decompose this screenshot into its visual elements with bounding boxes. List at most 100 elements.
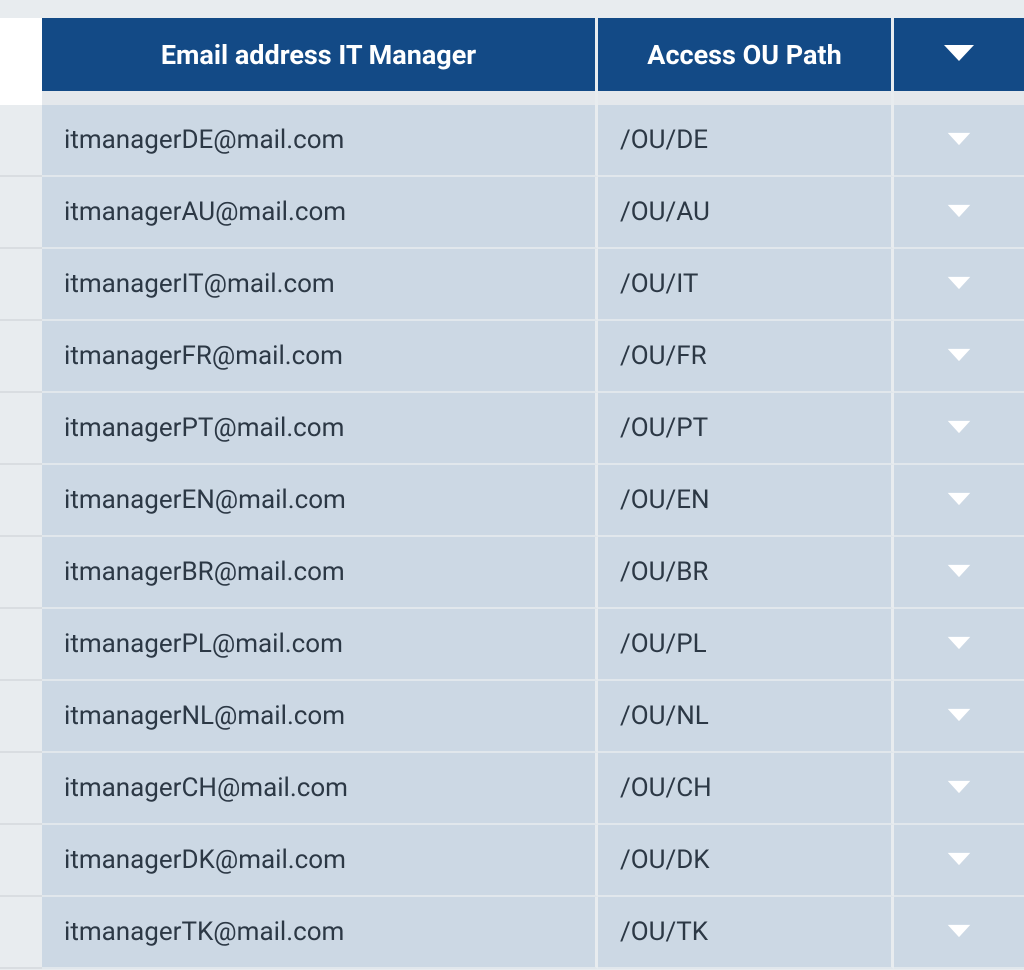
row-gutter (0, 105, 42, 177)
row-expand-button[interactable] (894, 393, 1024, 465)
path-text: /OU/FR (620, 341, 707, 371)
cell-email: itmanagerNL@mail.com (42, 681, 598, 753)
row-gutter (0, 825, 42, 897)
path-text: /OU/TK (620, 917, 708, 947)
email-text: itmanagerBR@mail.com (64, 557, 345, 587)
email-text: itmanagerNL@mail.com (64, 701, 345, 731)
row-gutter (0, 249, 42, 321)
cell-path: /OU/NL (598, 681, 894, 753)
chevron-down-icon (946, 773, 972, 803)
chevron-down-icon (946, 341, 972, 371)
cell-path: /OU/PT (598, 393, 894, 465)
row-gutter (0, 897, 42, 969)
chevron-down-icon (946, 125, 972, 155)
row-expand-button[interactable] (894, 825, 1024, 897)
table-row: itmanagerEN@mail.com/OU/EN (0, 465, 1024, 537)
table-header-row: Email address IT Manager Access OU Path (0, 18, 1024, 91)
email-text: itmanagerDE@mail.com (64, 125, 344, 155)
cell-path: /OU/IT (598, 249, 894, 321)
email-text: itmanagerIT@mail.com (64, 269, 335, 299)
chevron-down-icon (946, 701, 972, 731)
cell-path: /OU/CH (598, 753, 894, 825)
path-text: /OU/BR (620, 557, 708, 587)
cell-email: itmanagerPT@mail.com (42, 393, 598, 465)
row-gutter (0, 753, 42, 825)
cell-email: itmanagerEN@mail.com (42, 465, 598, 537)
cell-path: /OU/PL (598, 609, 894, 681)
row-expand-button[interactable] (894, 609, 1024, 681)
row-expand-button[interactable] (894, 465, 1024, 537)
chevron-down-icon (946, 413, 972, 443)
chevron-down-icon (946, 269, 972, 299)
cell-path: /OU/FR (598, 321, 894, 393)
email-text: itmanagerDK@mail.com (64, 845, 346, 875)
cell-path: /OU/DK (598, 825, 894, 897)
email-text: itmanagerPT@mail.com (64, 413, 344, 443)
email-text: itmanagerEN@mail.com (64, 485, 346, 515)
table-row: itmanagerBR@mail.com/OU/BR (0, 537, 1024, 609)
column-header-email[interactable]: Email address IT Manager (42, 18, 598, 91)
chevron-down-icon (946, 197, 972, 227)
row-expand-button[interactable] (894, 105, 1024, 177)
row-gutter (0, 321, 42, 393)
row-gutter (0, 465, 42, 537)
table-row: itmanagerAU@mail.com/OU/AU (0, 177, 1024, 249)
path-text: /OU/NL (620, 701, 709, 731)
cell-email: itmanagerDK@mail.com (42, 825, 598, 897)
row-expand-button[interactable] (894, 897, 1024, 969)
table-row: itmanagerFR@mail.com/OU/FR (0, 321, 1024, 393)
column-header-email-label: Email address IT Manager (161, 39, 476, 71)
table-row: itmanagerDE@mail.com/OU/DE (0, 105, 1024, 177)
it-managers-table: Email address IT Manager Access OU Path … (0, 18, 1024, 969)
table-row: itmanagerDK@mail.com/OU/DK (0, 825, 1024, 897)
cell-path: /OU/DE (598, 105, 894, 177)
chevron-down-icon (946, 917, 972, 947)
cell-path: /OU/TK (598, 897, 894, 969)
cell-email: itmanagerDE@mail.com (42, 105, 598, 177)
table-row: itmanagerPT@mail.com/OU/PT (0, 393, 1024, 465)
row-gutter (0, 537, 42, 609)
path-text: /OU/PL (620, 629, 707, 659)
email-text: itmanagerFR@mail.com (64, 341, 343, 371)
row-expand-button[interactable] (894, 321, 1024, 393)
cell-email: itmanagerPL@mail.com (42, 609, 598, 681)
cell-email: itmanagerCH@mail.com (42, 753, 598, 825)
row-expand-button[interactable] (894, 753, 1024, 825)
header-separator (0, 91, 1024, 105)
row-expand-button[interactable] (894, 249, 1024, 321)
chevron-down-icon (946, 557, 972, 587)
table-row: itmanagerCH@mail.com/OU/CH (0, 753, 1024, 825)
row-gutter (0, 18, 42, 91)
row-expand-button[interactable] (894, 537, 1024, 609)
row-gutter (0, 609, 42, 681)
column-header-action[interactable] (894, 18, 1024, 91)
cell-path: /OU/AU (598, 177, 894, 249)
chevron-down-icon (946, 629, 972, 659)
cell-email: itmanagerBR@mail.com (42, 537, 598, 609)
column-header-path[interactable]: Access OU Path (598, 18, 894, 91)
cell-email: itmanagerIT@mail.com (42, 249, 598, 321)
chevron-down-icon (946, 845, 972, 875)
email-text: itmanagerAU@mail.com (64, 197, 346, 227)
chevron-down-icon (944, 48, 974, 67)
cell-email: itmanagerFR@mail.com (42, 321, 598, 393)
row-gutter (0, 393, 42, 465)
cell-email: itmanagerTK@mail.com (42, 897, 598, 969)
table-row: itmanagerIT@mail.com/OU/IT (0, 249, 1024, 321)
path-text: /OU/EN (620, 485, 710, 515)
cell-path: /OU/BR (598, 537, 894, 609)
column-header-path-label: Access OU Path (647, 39, 841, 71)
email-text: itmanagerPL@mail.com (64, 629, 343, 659)
path-text: /OU/CH (620, 773, 712, 803)
table-row: itmanagerPL@mail.com/OU/PL (0, 609, 1024, 681)
path-text: /OU/DK (620, 845, 710, 875)
row-expand-button[interactable] (894, 177, 1024, 249)
table-row: itmanagerTK@mail.com/OU/TK (0, 897, 1024, 969)
email-text: itmanagerTK@mail.com (64, 917, 344, 947)
cell-email: itmanagerAU@mail.com (42, 177, 598, 249)
chevron-down-icon (946, 485, 972, 515)
row-expand-button[interactable] (894, 681, 1024, 753)
path-text: /OU/PT (620, 413, 708, 443)
cell-path: /OU/EN (598, 465, 894, 537)
row-gutter (0, 681, 42, 753)
